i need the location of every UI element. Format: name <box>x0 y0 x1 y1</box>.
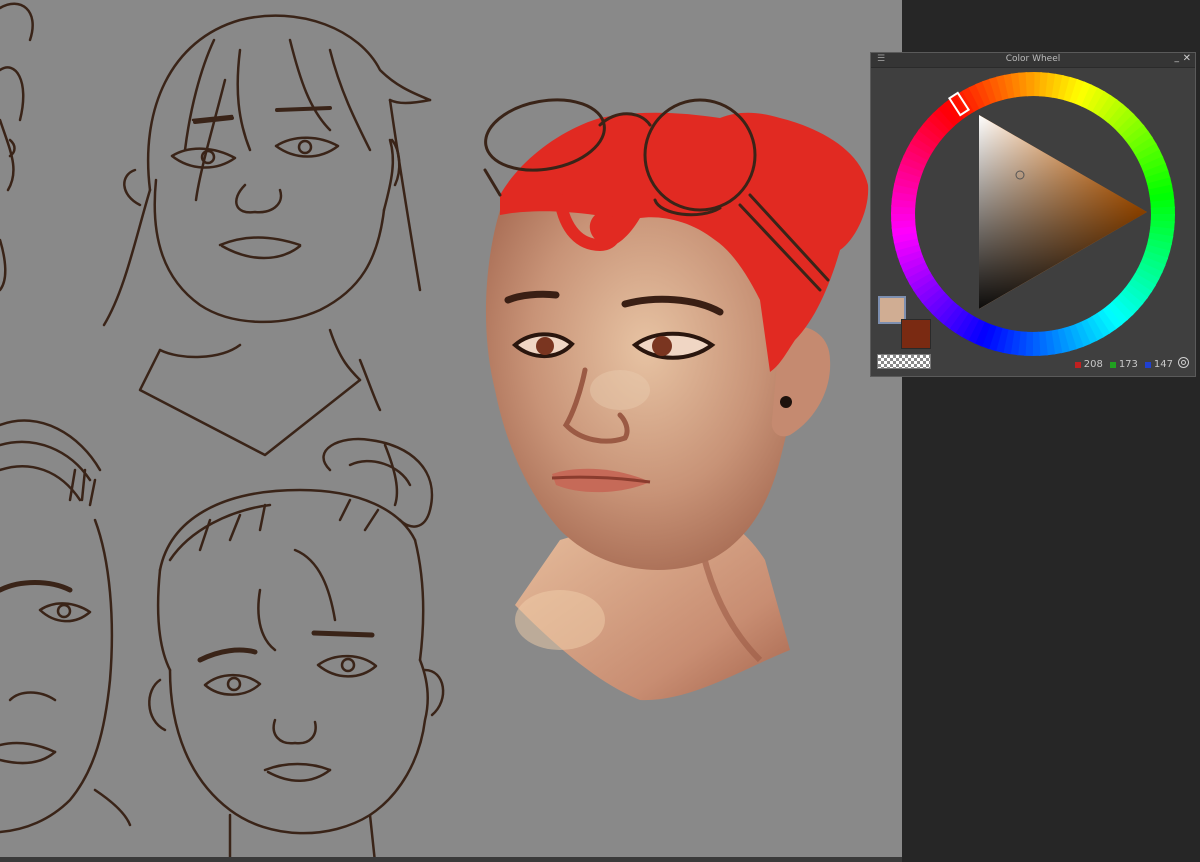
minimize-icon[interactable]: _ <box>1175 53 1180 63</box>
green-chip-icon <box>1109 361 1116 368</box>
green-value: 173 <box>1118 359 1138 370</box>
color-wheel-palette[interactable]: ☰ Color Wheel _ ✕ 208 173 147 <box>870 52 1196 377</box>
blue-value: 147 <box>1153 359 1173 370</box>
saturation-value-triangle[interactable] <box>979 115 1147 309</box>
color-wheel-titlebar[interactable]: ☰ Color Wheel _ ✕ <box>871 53 1195 68</box>
color-mode-toggle-icon[interactable] <box>1178 357 1189 368</box>
canvas-bottom-edge <box>0 857 902 862</box>
red-chip-icon <box>1074 361 1081 368</box>
rgb-readout: 208 173 147 <box>1071 359 1173 370</box>
painted-head <box>485 112 869 701</box>
color-wheel-title: Color Wheel <box>1005 54 1061 64</box>
hue-segment[interactable] <box>1025 72 1035 97</box>
sketch-long-hair-head <box>102 14 432 457</box>
sketch-bun-hair-head <box>148 437 445 862</box>
sketch-partial-bottom-left <box>0 419 132 834</box>
drawing-canvas[interactable] <box>0 0 902 862</box>
sub-color-swatch[interactable] <box>901 319 931 349</box>
artwork <box>0 2 869 862</box>
transparent-color-swatch[interactable] <box>877 354 931 369</box>
sketch-partial-top-left <box>0 2 34 292</box>
red-value: 208 <box>1083 359 1103 370</box>
close-icon[interactable]: ✕ <box>1183 53 1191 64</box>
blue-chip-icon <box>1144 361 1151 368</box>
